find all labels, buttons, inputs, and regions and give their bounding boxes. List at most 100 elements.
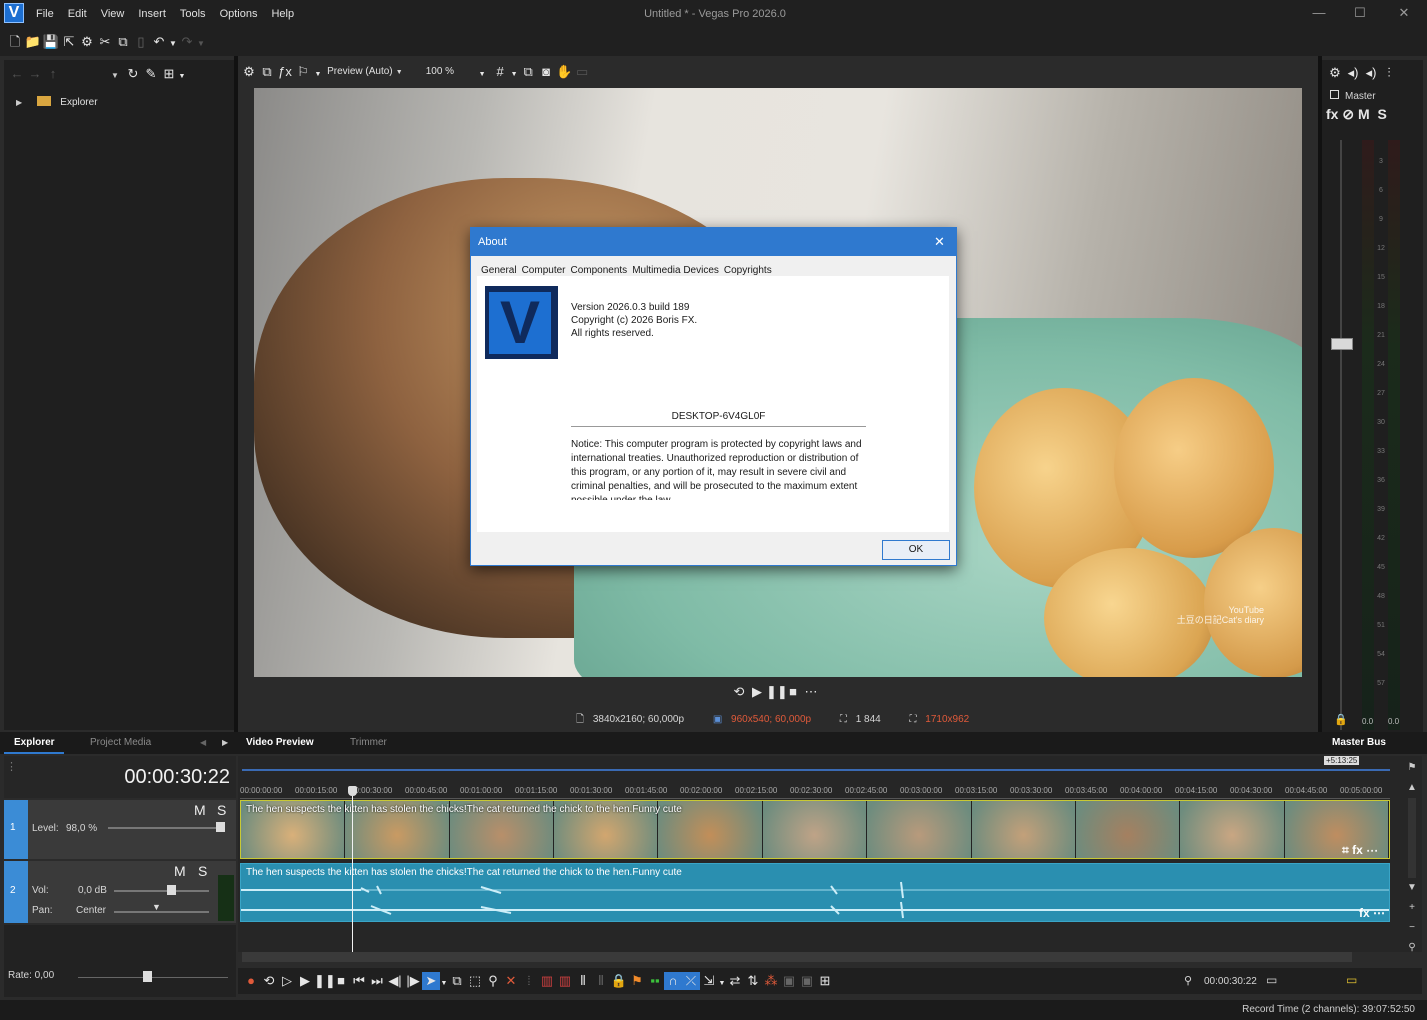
zoom-tool-bottom-icon[interactable]: ⚲ bbox=[484, 972, 502, 990]
loop-playback-icon[interactable]: ⟲ bbox=[260, 972, 278, 990]
nest-icon[interactable]: ▣ bbox=[780, 972, 798, 990]
master-fx-button[interactable]: fx bbox=[1326, 106, 1338, 122]
expand-arrow-icon[interactable]: ▶ bbox=[16, 98, 22, 107]
rate-slider[interactable] bbox=[78, 977, 228, 978]
insert-region-icon[interactable]: ▪▪ bbox=[646, 972, 664, 990]
menu-view[interactable]: View bbox=[101, 8, 125, 20]
zoom-tool-icon[interactable]: ⚲ bbox=[1404, 938, 1420, 958]
close-icon[interactable]: ✕ bbox=[1394, 5, 1414, 23]
loop-region-icon[interactable]: ▭ bbox=[1346, 973, 1357, 987]
lock-icon[interactable]: 🔒 bbox=[610, 972, 628, 990]
timeline-scrollbar[interactable] bbox=[242, 952, 1352, 962]
copy-snapshot-icon[interactable]: ⧉ bbox=[519, 63, 537, 81]
about-tab-multimedia-devices[interactable]: Multimedia Devices bbox=[632, 265, 719, 276]
audio-pan-slider[interactable] bbox=[114, 911, 209, 913]
video-track-header[interactable]: 1 M S Level: 98,0 % bbox=[4, 800, 236, 859]
audio-track-solo[interactable]: S bbox=[198, 863, 207, 879]
snapping-icon[interactable]: ∩ bbox=[664, 972, 682, 990]
undo-icon[interactable]: ↶ bbox=[150, 33, 168, 51]
go-start-icon[interactable]: ⏮ bbox=[350, 972, 368, 990]
video-track-mute[interactable]: M bbox=[194, 802, 206, 818]
prev-frame-icon[interactable]: ◀| bbox=[386, 972, 404, 990]
tab-master-bus[interactable]: Master Bus bbox=[1332, 737, 1386, 748]
audio-track-mute[interactable]: M bbox=[174, 863, 186, 879]
menu-help[interactable]: Help bbox=[271, 8, 294, 20]
pause-icon[interactable]: ❚❚ bbox=[766, 683, 788, 701]
forward-icon[interactable]: → bbox=[26, 65, 44, 83]
video-clip[interactable]: The hen suspects the kitten has stolen t… bbox=[240, 800, 1390, 859]
dim-icon[interactable]: ◂) bbox=[1362, 64, 1380, 82]
explorer-tree-item[interactable]: ▶ Explorer bbox=[16, 96, 216, 110]
about-tab-copyrights[interactable]: Copyrights bbox=[724, 265, 772, 276]
copy-icon[interactable]: ⧉ bbox=[114, 33, 132, 51]
tab-explorer[interactable]: Explorer bbox=[14, 737, 55, 748]
timeline-pause-icon[interactable]: ❚❚ bbox=[314, 972, 336, 990]
paste-icon[interactable]: ▯ bbox=[132, 33, 150, 51]
downmix-icon[interactable]: ◂) bbox=[1344, 64, 1362, 82]
menu-options[interactable]: Options bbox=[220, 8, 258, 20]
scroll-down-icon[interactable]: ▼ bbox=[1404, 878, 1420, 898]
open-icon[interactable]: 📁 bbox=[24, 33, 42, 51]
next-frame-icon[interactable]: |▶ bbox=[404, 972, 422, 990]
external-monitor-icon[interactable]: ⧉ bbox=[258, 63, 276, 81]
marker-icon[interactable]: ⚑ bbox=[1404, 758, 1420, 778]
tab-scroll-left-icon[interactable]: ◀ bbox=[200, 738, 206, 747]
menu-insert[interactable]: Insert bbox=[138, 8, 166, 20]
redo-dropdown-icon[interactable]: ▼ bbox=[196, 35, 206, 53]
timeline-vscroll[interactable]: ⚑ ▲ ▼ + − ⚲ bbox=[1404, 758, 1420, 968]
about-tab-computer[interactable]: Computer bbox=[522, 265, 566, 276]
safe-area-icon[interactable]: ▭ bbox=[573, 63, 591, 81]
more-icon[interactable]: ⋯ bbox=[802, 683, 820, 701]
zoom-out-vertical-icon[interactable]: − bbox=[1404, 918, 1420, 938]
menu-file[interactable]: File bbox=[36, 8, 54, 20]
timeline-area[interactable]: +5:13:25 00:00:00:00 00:00:15:00 00:00:30:… bbox=[238, 756, 1422, 962]
fader-lock-icon[interactable]: 🔒 bbox=[1334, 713, 1348, 726]
master-link-icon[interactable]: ⊘ bbox=[1342, 106, 1354, 122]
redo-icon[interactable]: ↷ bbox=[178, 33, 196, 51]
tab-video-preview[interactable]: Video Preview bbox=[246, 737, 314, 748]
ignore-grouping-icon[interactable]: ⫴ bbox=[592, 972, 610, 990]
quality-dropdown-icon[interactable]: ▼ bbox=[312, 66, 324, 84]
playhead-handle[interactable] bbox=[348, 786, 357, 796]
new-project-icon[interactable]: 🗋 bbox=[6, 33, 24, 51]
audio-pan-knob-icon[interactable]: ▼ bbox=[152, 902, 161, 912]
undo-dropdown-icon[interactable]: ▼ bbox=[168, 35, 178, 53]
zoom-arrow-icon[interactable]: ▼ bbox=[473, 66, 491, 84]
audio-track-header[interactable]: 2 M S Vol: 0,0 dB Pan: Center ▼ bbox=[4, 861, 236, 923]
fx-icon[interactable]: ƒx bbox=[276, 63, 294, 81]
mixer-settings-icon[interactable]: ⚙ bbox=[1326, 64, 1344, 82]
split-icon[interactable]: ⫴ bbox=[574, 972, 592, 990]
audio-clip[interactable]: The hen suspects the kitten has stolen t… bbox=[240, 863, 1390, 922]
save-icon[interactable]: 💾 bbox=[42, 33, 60, 51]
trim-icon[interactable]: ▥ bbox=[538, 972, 556, 990]
video-level-slider[interactable] bbox=[108, 827, 218, 829]
scroll-up-icon[interactable]: ▲ bbox=[1404, 778, 1420, 798]
refresh-icon[interactable]: ↻ bbox=[124, 65, 142, 83]
auto-crossfade-icon[interactable]: ⤫ bbox=[682, 972, 700, 990]
preview-mode-arrow-icon[interactable]: ▼ bbox=[396, 69, 403, 76]
views-icon[interactable]: ⊞ bbox=[160, 65, 178, 83]
video-track-solo[interactable]: S bbox=[217, 802, 226, 818]
audio-clip-fx-icon[interactable]: fx ⋯ bbox=[1359, 906, 1385, 920]
render-icon[interactable]: ⇱ bbox=[60, 33, 78, 51]
preview-settings-icon[interactable]: ⚙ bbox=[240, 63, 258, 81]
add-track-icon[interactable]: ⊞ bbox=[816, 972, 834, 990]
lock-envelopes-icon[interactable]: ⇄ bbox=[726, 972, 744, 990]
about-tab-components[interactable]: Components bbox=[570, 265, 627, 276]
lock-overlay-icon[interactable]: ✋ bbox=[555, 63, 573, 81]
post-edit-ripple-icon[interactable]: ⇅ bbox=[744, 972, 762, 990]
scroll-track[interactable] bbox=[1408, 798, 1416, 878]
menu-edit[interactable]: Edit bbox=[68, 8, 87, 20]
trim-start-icon[interactable]: ⦙ bbox=[520, 972, 538, 990]
preview-mode-dropdown[interactable]: Preview (Auto) bbox=[327, 66, 393, 77]
stop-icon[interactable]: ■ bbox=[784, 683, 802, 701]
save-snapshot-icon[interactable]: ◙ bbox=[537, 63, 555, 81]
timeline-play-icon[interactable]: ▶ bbox=[296, 972, 314, 990]
master-mute-button[interactable]: M bbox=[1358, 106, 1370, 122]
ok-button[interactable]: OK bbox=[882, 540, 950, 560]
master-fader[interactable] bbox=[1331, 338, 1353, 350]
time-ruler[interactable]: 00:00:00:00 00:00:15:00 00:00:30:00 00:00:4… bbox=[240, 786, 1390, 798]
audio-vol-slider[interactable] bbox=[114, 890, 209, 892]
video-clip-fx-icon[interactable]: ⌗ fx ⋯ bbox=[1342, 843, 1378, 858]
selection-tool-icon[interactable]: ⬚ bbox=[466, 972, 484, 990]
